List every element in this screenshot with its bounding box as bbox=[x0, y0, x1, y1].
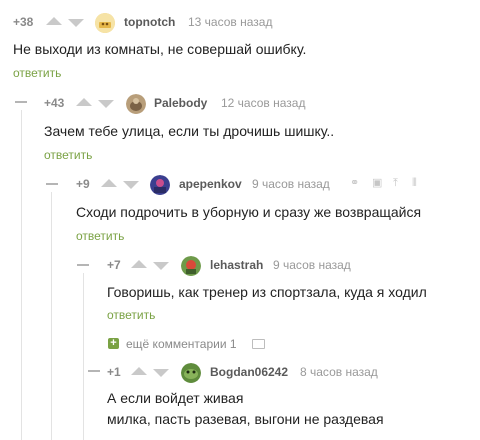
comment-rating: +1 bbox=[107, 365, 121, 379]
comment-author[interactable]: apepenkov bbox=[179, 177, 242, 191]
comment-author[interactable]: topnotch bbox=[124, 15, 175, 29]
comment-author[interactable]: Bogdan06242 bbox=[210, 365, 288, 379]
downvote-arrow-icon[interactable] bbox=[68, 19, 84, 27]
avatar[interactable] bbox=[181, 256, 201, 276]
comment-time[interactable]: 8 часов назад bbox=[300, 365, 378, 379]
comment-text: Сходи подрочить в уборную и сразу же воз… bbox=[76, 204, 422, 220]
reply-link[interactable]: ответить bbox=[13, 66, 61, 80]
more-comments-label[interactable]: ещё комментарии 1 bbox=[126, 337, 237, 351]
downvote-arrow-icon[interactable] bbox=[153, 369, 169, 377]
avatar[interactable] bbox=[150, 175, 170, 195]
upvote-arrow-icon[interactable] bbox=[131, 260, 147, 268]
comment-text: Не выходи из комнаты, не совершай ошибку… bbox=[13, 41, 307, 57]
comment-time[interactable]: 9 часов назад bbox=[252, 177, 330, 191]
comment-author[interactable]: lehastrah bbox=[210, 258, 263, 272]
thread-line bbox=[51, 192, 52, 440]
comment-text-line: А если войдет живая bbox=[107, 390, 244, 406]
comment-time[interactable]: 9 часов назад bbox=[273, 258, 351, 272]
thread-line bbox=[21, 110, 22, 440]
upvote-arrow-icon[interactable] bbox=[46, 17, 62, 25]
downvote-arrow-icon[interactable] bbox=[123, 181, 139, 189]
save-icon[interactable]: ▣ bbox=[372, 178, 382, 189]
upvote-arrow-icon[interactable] bbox=[76, 98, 92, 106]
thread-line bbox=[83, 273, 84, 440]
avatar[interactable] bbox=[95, 13, 115, 33]
comment-rating: +7 bbox=[107, 258, 121, 272]
upvote-arrow-icon[interactable] bbox=[101, 179, 117, 187]
comment-icon bbox=[252, 339, 265, 349]
collapse-icon[interactable] bbox=[77, 264, 89, 276]
collapse-icon[interactable] bbox=[46, 183, 58, 195]
comment-text: Говоришь, как тренер из спортзала, куда … bbox=[107, 284, 427, 300]
collapse-icon[interactable] bbox=[88, 370, 100, 382]
reply-link[interactable]: ответить bbox=[76, 229, 124, 243]
avatar[interactable] bbox=[181, 363, 201, 383]
comment-time[interactable]: 13 часов назад bbox=[188, 15, 272, 29]
comment-rating: +43 bbox=[44, 96, 65, 110]
expand-icon[interactable]: + bbox=[108, 338, 119, 349]
reply-link[interactable]: ответить bbox=[107, 308, 155, 322]
collapse-icon[interactable] bbox=[15, 101, 27, 113]
downvote-arrow-icon[interactable] bbox=[98, 100, 114, 108]
comment-text: Зачем тебе улица, если ты дрочишь шишку.… bbox=[44, 123, 335, 139]
pin-icon[interactable]: ⤒ bbox=[393, 178, 398, 189]
avatar[interactable] bbox=[126, 94, 146, 114]
comment-author[interactable]: Palebody bbox=[154, 96, 207, 110]
upvote-arrow-icon[interactable] bbox=[131, 367, 147, 375]
link-icon[interactable]: ⚭ bbox=[350, 178, 359, 189]
comment-rating: +38 bbox=[13, 15, 34, 29]
comment-text-line: милка, пасть разевая, выгони не раздевая bbox=[107, 411, 384, 427]
comment-rating: +9 bbox=[76, 177, 90, 191]
comment-time[interactable]: 12 часов назад bbox=[221, 96, 305, 110]
reply-link[interactable]: ответить bbox=[44, 148, 92, 162]
more-icon[interactable]: ⦀ bbox=[412, 178, 417, 189]
downvote-arrow-icon[interactable] bbox=[153, 262, 169, 270]
